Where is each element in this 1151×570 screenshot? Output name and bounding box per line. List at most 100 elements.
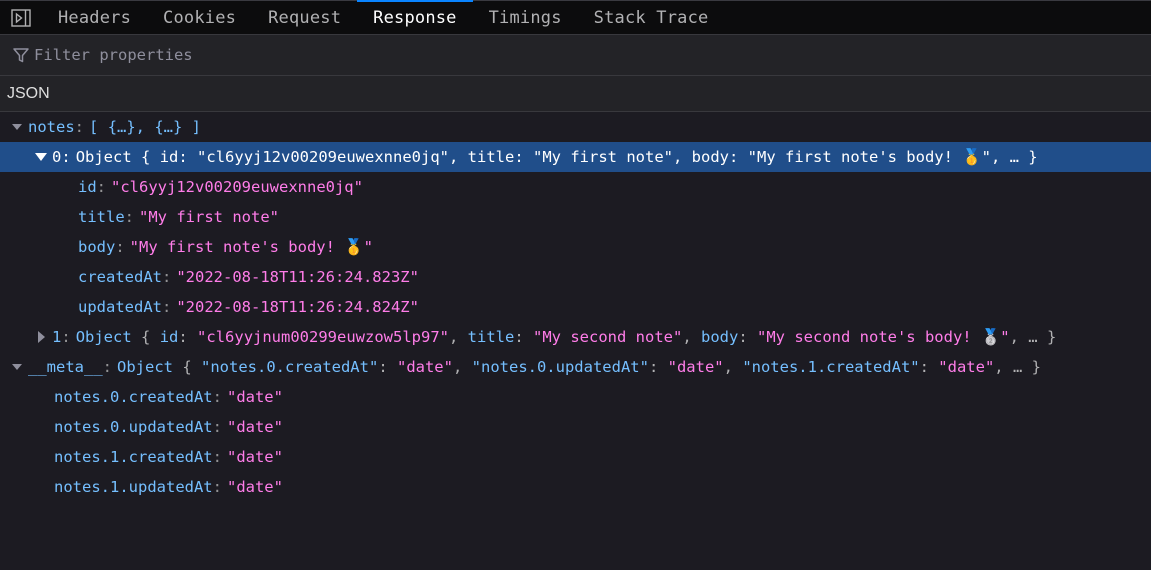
- preview-value: "cl6yyjnum00299euwzow5lp97": [197, 328, 449, 346]
- collapsed-arrow-icon[interactable]: [34, 330, 48, 344]
- preview-key: title: [467, 148, 515, 166]
- object-type: Object: [75, 328, 132, 346]
- colon: :: [514, 148, 534, 166]
- tree-key: title: [78, 208, 125, 226]
- comma: ,: [449, 328, 468, 346]
- comma: ,: [994, 358, 1013, 376]
- colon: :: [378, 358, 397, 376]
- tree-row-meta-child[interactable]: notes.1.createdAt: "date": [0, 442, 1151, 472]
- colon: :: [178, 148, 198, 166]
- object-type: Object: [117, 358, 173, 376]
- key-separator: :: [102, 358, 112, 376]
- tree-key: notes: [28, 118, 75, 136]
- tree-key: createdAt: [78, 268, 162, 286]
- tree-row-meta[interactable]: __meta__: Object { "notes.0.createdAt": "…: [0, 352, 1151, 382]
- key-separator: :: [212, 478, 222, 496]
- tree-row-note-0-createdat[interactable]: createdAt: "2022-08-18T11:26:24.823Z": [0, 262, 1151, 292]
- comma: ,: [682, 328, 701, 346]
- tree-key: 1: [52, 328, 62, 346]
- colon: :: [738, 328, 757, 346]
- brace-close: }: [1018, 148, 1038, 166]
- tab-timings[interactable]: Timings: [473, 1, 578, 34]
- brace-open: {: [131, 328, 160, 346]
- array-open: [: [89, 118, 108, 136]
- expanded-arrow-icon[interactable]: [10, 360, 24, 374]
- key-separator: :: [74, 118, 85, 136]
- key-separator: :: [124, 208, 135, 226]
- filter-properties-input[interactable]: [34, 46, 434, 64]
- brace-open: {: [173, 358, 201, 376]
- tree-value: "cl6yyj12v00209euwexnne0jq": [111, 178, 363, 196]
- preview-key: id: [159, 148, 179, 166]
- preview-key: "notes.1.createdAt": [742, 358, 920, 376]
- expanded-arrow-icon[interactable]: [10, 120, 24, 134]
- tree-row-note-0-updatedat[interactable]: updatedAt: "2022-08-18T11:26:24.824Z": [0, 292, 1151, 322]
- ellipsis: …: [1009, 148, 1019, 166]
- key-separator: :: [96, 178, 107, 196]
- tree-row-note-0-body[interactable]: body: "My first note's body! 🥇": [0, 232, 1151, 262]
- comma: ,: [1009, 328, 1029, 346]
- tree-value: "date": [226, 448, 283, 466]
- json-section-label: JSON: [0, 76, 1151, 112]
- tree-key: body: [78, 238, 116, 256]
- colon: :: [648, 358, 668, 376]
- tab-headers[interactable]: Headers: [42, 1, 147, 34]
- preview-key: id: [159, 328, 179, 346]
- filter-icon: [13, 48, 29, 63]
- tree-key: notes.1.updatedAt: [54, 478, 213, 496]
- expanded-arrow-icon[interactable]: [34, 150, 48, 164]
- ellipsis: …: [1028, 328, 1038, 346]
- preview-value: "My first note's body! 🥇": [747, 148, 991, 166]
- colon: :: [178, 328, 198, 346]
- preview-key: body: [691, 148, 729, 166]
- preview-value: "My first note": [533, 148, 673, 166]
- ellipsis: …: [1012, 358, 1023, 376]
- object-type: Object: [75, 148, 132, 166]
- tree-row-note-1[interactable]: 1: Object { id: "cl6yyjnum00299euwzow5lp9…: [0, 322, 1151, 352]
- colon: :: [514, 328, 534, 346]
- comma: ,: [449, 148, 468, 166]
- tab-stack-trace[interactable]: Stack Trace: [578, 1, 725, 34]
- tab-cookies[interactable]: Cookies: [147, 1, 252, 34]
- colon: :: [729, 148, 748, 166]
- key-separator: :: [115, 238, 125, 256]
- key-separator: :: [212, 388, 222, 406]
- tree-row-note-0-title[interactable]: title: "My first note": [0, 202, 1151, 232]
- tree-value: "date": [226, 388, 283, 406]
- preview-value: "My second note's body! 🥈": [757, 328, 1010, 346]
- key-separator: :: [212, 418, 222, 436]
- tree-row-note-0[interactable]: 0: Object { id: "cl6yyj12v00209euwexnne0j…: [0, 142, 1151, 172]
- comma: ,: [990, 148, 1010, 166]
- tree-value: "My first note": [139, 208, 279, 226]
- tree-row-notes[interactable]: notes:[ {…}, {…} ]: [0, 112, 1151, 142]
- key-separator: :: [61, 148, 71, 166]
- network-details-tabbar: Headers Cookies Request Response Timings…: [0, 0, 1151, 35]
- tab-response[interactable]: Response: [357, 0, 474, 34]
- tree-key: updatedAt: [78, 298, 162, 316]
- tree-key: id: [78, 178, 97, 196]
- sidebar-toggle-icon: [11, 8, 31, 27]
- brace-close: }: [1022, 358, 1041, 376]
- tree-row-note-0-id[interactable]: id: "cl6yyj12v00209euwexnne0jq": [0, 172, 1151, 202]
- colon: :: [919, 358, 939, 376]
- tree-value: "date": [226, 478, 283, 496]
- toggle-sidebar-button[interactable]: [0, 1, 42, 34]
- key-separator: :: [61, 328, 71, 346]
- brace-close: }: [1037, 328, 1057, 346]
- filter-bar: [0, 35, 1151, 76]
- tree-value: "My first note's body! 🥇": [129, 238, 373, 256]
- preview-value: "cl6yyj12v00209euwexnne0jq": [197, 148, 449, 166]
- tab-request[interactable]: Request: [252, 1, 357, 34]
- tree-row-meta-child[interactable]: notes.1.updatedAt: "date": [0, 472, 1151, 502]
- json-tree: notes:[ {…}, {…} ] 0: Object { id: "cl6yy…: [0, 112, 1151, 502]
- preview-value: "date": [667, 358, 724, 376]
- key-separator: :: [212, 448, 222, 466]
- preview-key: "notes.0.createdAt": [201, 358, 379, 376]
- key-separator: :: [162, 268, 172, 286]
- preview-value: "date": [938, 358, 995, 376]
- tree-key: notes.0.createdAt: [54, 388, 213, 406]
- array-close: ]: [182, 118, 202, 136]
- tree-row-meta-child[interactable]: notes.0.updatedAt: "date": [0, 412, 1151, 442]
- tree-key: notes.1.createdAt: [54, 448, 213, 466]
- tree-row-meta-child[interactable]: notes.0.createdAt: "date": [0, 382, 1151, 412]
